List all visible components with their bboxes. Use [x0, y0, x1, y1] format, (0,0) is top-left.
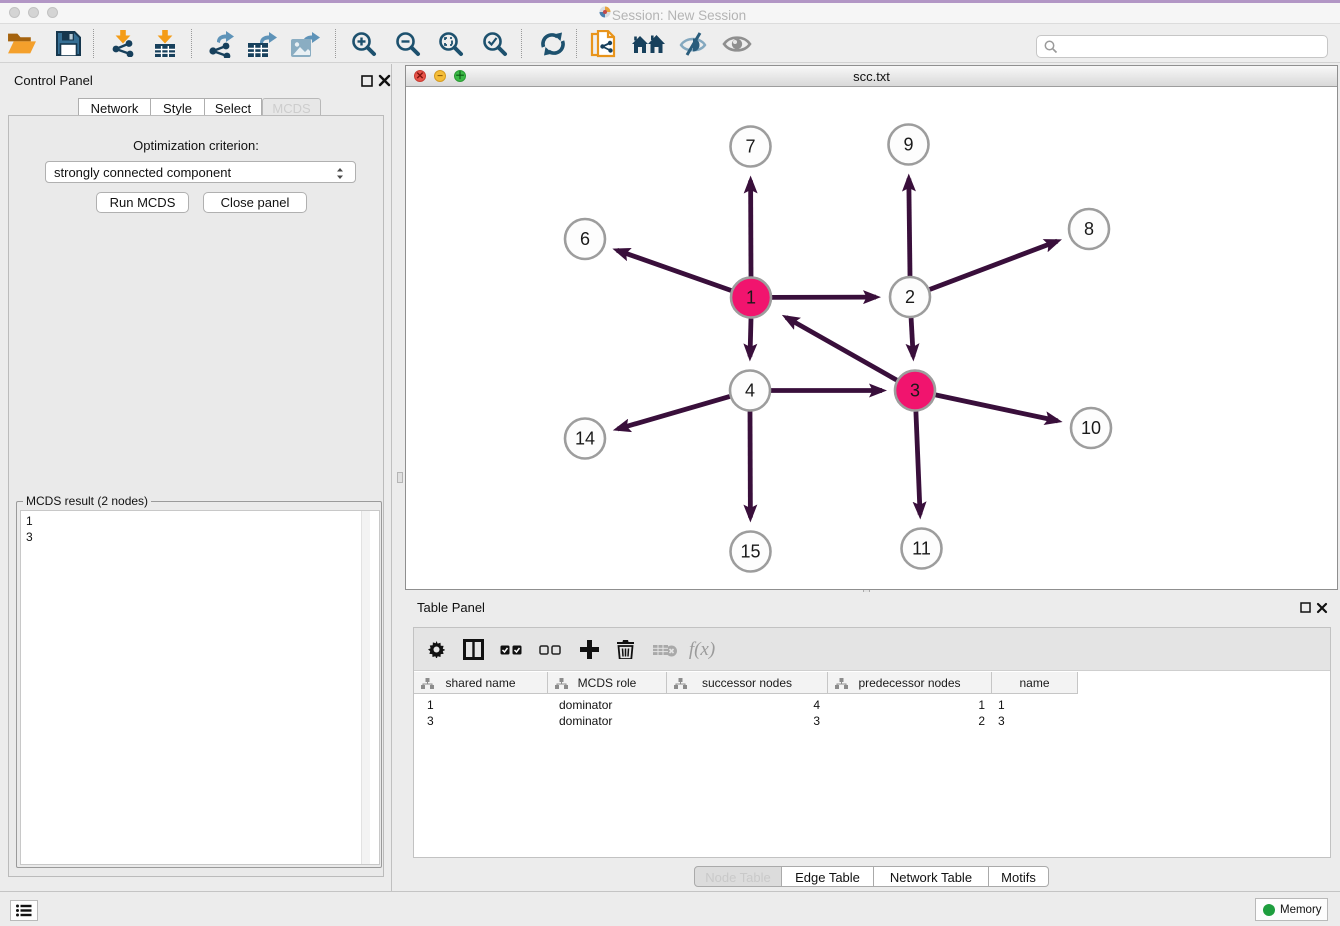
svg-text:15: 15	[740, 542, 760, 562]
svg-text:2: 2	[905, 287, 915, 307]
svg-text:1: 1	[746, 288, 756, 308]
svg-text:9: 9	[903, 135, 913, 155]
svg-text:11: 11	[912, 539, 931, 559]
svg-text:8: 8	[1084, 219, 1094, 239]
svg-text:4: 4	[745, 381, 755, 401]
svg-text:6: 6	[580, 229, 590, 249]
svg-text:14: 14	[575, 429, 595, 449]
svg-text:10: 10	[1081, 418, 1101, 438]
svg-text:7: 7	[745, 137, 755, 157]
svg-text:3: 3	[910, 381, 920, 401]
